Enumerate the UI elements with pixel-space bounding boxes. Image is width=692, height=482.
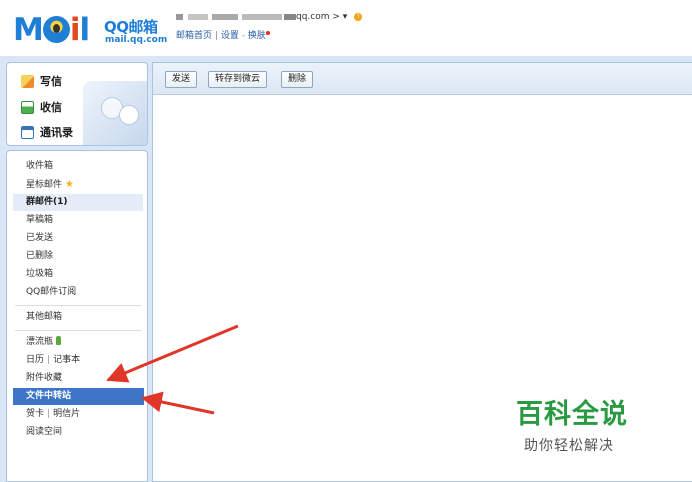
watermark-title: 百科全说 <box>516 399 628 430</box>
inbox-tray-icon <box>21 100 34 114</box>
qq-mail-logo[interactable]: Mil QQ邮箱 mail.qq.com <box>13 12 167 48</box>
folder-qq-subscriptions[interactable]: QQ邮件订阅 <box>13 284 143 301</box>
calendar-link[interactable]: 日历 <box>26 355 44 365</box>
folder-divider <box>15 330 141 331</box>
account-menu[interactable]: qq.com > ▾ ! <box>176 12 363 26</box>
folder-other-mailboxes[interactable]: 其他邮箱 <box>13 309 143 326</box>
receive-mail-button[interactable]: 收信 <box>21 98 62 116</box>
masked-email-part <box>242 13 282 20</box>
folder-inbox[interactable]: 收件箱 <box>13 158 143 175</box>
address-book-icon <box>21 125 34 139</box>
alert-dot-icon[interactable]: ! <box>354 12 363 21</box>
cards-link[interactable]: 贺卡 <box>26 409 44 419</box>
masked-email-part <box>212 13 238 20</box>
receive-label: 收信 <box>40 101 62 114</box>
account-dropdown-caret[interactable]: > ▾ <box>332 12 347 22</box>
folder-drafts[interactable]: 草稿箱 <box>13 212 143 229</box>
folder-group-mail[interactable]: 群邮件(1) <box>13 194 143 211</box>
folder-list: 收件箱 星标邮件 ★ 群邮件(1) 草稿箱 已发送 已删除 垃圾箱 QQ邮件订阅 … <box>6 150 148 482</box>
contacts-label: 通讯录 <box>40 126 73 139</box>
new-indicator-dot <box>265 31 270 35</box>
penguin-decoration-icon <box>83 81 147 145</box>
watermark-subtitle: 助你轻松解决 <box>524 438 614 454</box>
logo-wordmark: Mil <box>13 12 90 48</box>
baike-watermark: 百科全说 助你轻松解决 <box>516 392 656 455</box>
star-icon: ★ <box>65 179 74 190</box>
contacts-button[interactable]: 通讯录 <box>21 123 73 141</box>
folder-drift-bottle[interactable]: 漂流瓶 <box>13 334 143 351</box>
logo-product-name: QQ邮箱 <box>104 18 158 36</box>
drift-bottle-label: 漂流瓶 <box>26 337 54 347</box>
send-button[interactable]: 发送 <box>165 71 198 88</box>
qq-penguin-icon <box>42 16 70 43</box>
folder-starred[interactable]: 星标邮件 ★ <box>13 176 143 193</box>
folder-file-transfer[interactable]: 文件中转站 <box>13 388 144 405</box>
folder-starred-label: 星标邮件 <box>26 180 63 190</box>
link-separator: - <box>241 31 245 41</box>
account-email-suffix: qq.com <box>296 12 330 22</box>
link-separator: | <box>214 31 218 41</box>
folder-spam[interactable]: 垃圾箱 <box>13 266 143 283</box>
notes-link[interactable]: 记事本 <box>53 355 80 365</box>
folder-calendar-notes[interactable]: 日历 | 记事本 <box>13 352 143 369</box>
masked-email-part <box>188 13 208 20</box>
compose-button[interactable]: 写信 <box>21 72 62 90</box>
toolbar: 发送 转存到微云 删除 <box>153 63 692 95</box>
bottle-icon <box>56 336 62 345</box>
quick-actions-panel: 写信 收信 通讯录 <box>6 62 148 146</box>
sidebar: 写信 收信 通讯录 收件箱 星标邮件 ★ 群邮件(1) 草稿箱 已发送 已删除 垃… <box>6 62 148 482</box>
pencil-paper-icon <box>21 74 34 88</box>
link-separator: | <box>47 409 51 419</box>
postcards-link[interactable]: 明信片 <box>53 409 80 419</box>
mail-home-link[interactable]: 邮箱首页 <box>176 31 212 41</box>
save-to-cloud-button[interactable]: 转存到微云 <box>208 71 268 88</box>
delete-button[interactable]: 删除 <box>281 71 314 88</box>
folder-divider <box>15 305 141 306</box>
link-separator: | <box>47 355 51 365</box>
folder-deleted[interactable]: 已删除 <box>13 248 143 265</box>
masked-email-part <box>284 13 296 20</box>
header: Mil QQ邮箱 mail.qq.com qq.com > ▾ ! 邮箱首页 |… <box>0 0 692 58</box>
compose-label: 写信 <box>40 75 62 88</box>
folder-reading-space[interactable]: 阅读空间 <box>13 424 143 441</box>
folder-attachments[interactable]: 附件收藏 <box>13 370 143 387</box>
masked-email-part <box>176 13 183 20</box>
folder-sent[interactable]: 已发送 <box>13 230 143 247</box>
change-skin-link[interactable]: 换肤 <box>248 31 266 41</box>
settings-link[interactable]: 设置 <box>221 31 239 41</box>
header-links: 邮箱首页 | 设置 - 换肤 <box>176 28 270 41</box>
folder-cards-postcards[interactable]: 贺卡 | 明信片 <box>13 406 143 423</box>
logo-domain: mail.qq.com <box>105 35 168 45</box>
